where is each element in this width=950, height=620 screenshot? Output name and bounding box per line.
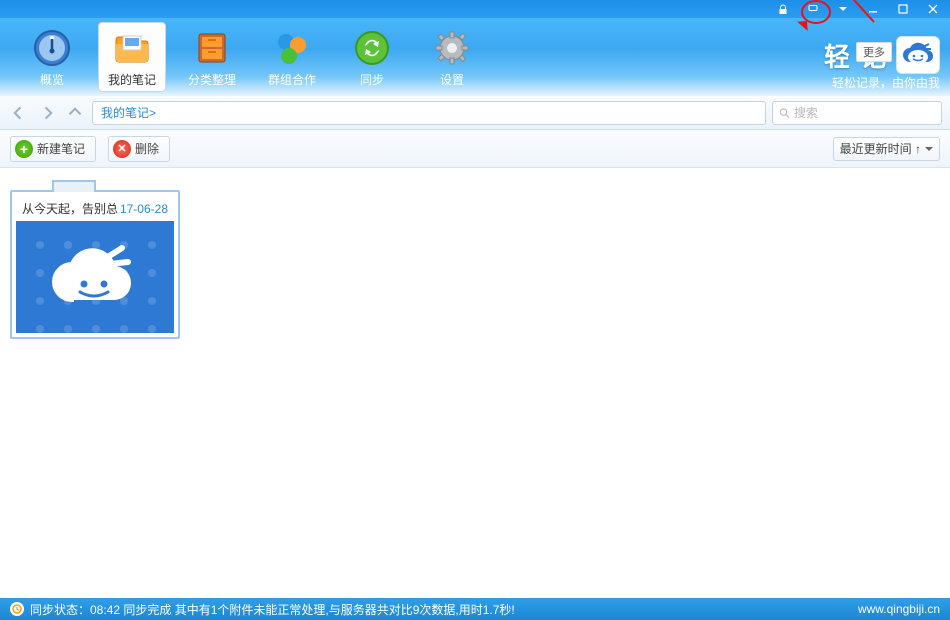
new-note-label: 新建笔记 <box>37 140 85 157</box>
sync-icon <box>351 27 393 69</box>
close-button[interactable] <box>918 1 948 17</box>
folder-icon <box>111 27 153 69</box>
back-button[interactable] <box>8 102 30 124</box>
x-icon: ✕ <box>113 140 131 158</box>
maximize-button[interactable] <box>888 1 918 17</box>
note-title: 从今天起，告别总 <box>22 200 118 217</box>
new-note-button[interactable]: + 新建笔记 <box>10 136 96 162</box>
cloud-logo-icon <box>896 36 940 74</box>
search-box[interactable] <box>772 101 942 125</box>
chevron-down-icon <box>925 145 933 153</box>
navigation-row: 我的笔记> <box>0 96 950 130</box>
note-thumbnail <box>16 221 174 333</box>
clock-icon <box>10 602 24 616</box>
chat-icon[interactable] <box>798 1 828 17</box>
search-input[interactable] <box>794 106 935 120</box>
search-icon <box>779 107 790 119</box>
note-card[interactable]: 从今天起，告别总 17-06-28 <box>10 190 180 339</box>
dropdown-icon[interactable] <box>828 1 858 17</box>
main-toolbar: 概览 我的笔记 分类整理 群组合作 同步 设置 轻 记 <box>0 18 950 96</box>
brand-title-1: 轻 <box>824 37 852 74</box>
breadcrumb-text: 我的笔记> <box>101 104 156 121</box>
compass-icon <box>31 27 73 69</box>
breadcrumb[interactable]: 我的笔记> <box>92 101 766 125</box>
toolbar-overview[interactable]: 概览 <box>18 22 86 92</box>
up-button[interactable] <box>64 102 86 124</box>
sort-label: 最近更新时间 ↑ <box>840 140 921 157</box>
note-date: 17-06-28 <box>120 202 168 216</box>
gear-icon <box>431 27 473 69</box>
toolbar-sync[interactable]: 同步 <box>338 22 406 92</box>
status-text: 同步状态：08:42 同步完成 其中有1个附件未能正常处理,与服务器共对比9次数… <box>30 601 515 618</box>
delete-button[interactable]: ✕ 删除 <box>108 136 170 162</box>
sort-dropdown[interactable]: 最近更新时间 ↑ <box>833 137 940 161</box>
status-bar: 同步状态：08:42 同步完成 其中有1个附件未能正常处理,与服务器共对比9次数… <box>0 598 950 620</box>
toolbar-label: 同步 <box>360 71 384 88</box>
forward-button[interactable] <box>36 102 58 124</box>
notes-grid: 从今天起，告别总 17-06-28 <box>0 168 950 598</box>
note-tab-decor <box>52 180 96 192</box>
toolbar-label: 分类整理 <box>188 71 236 88</box>
more-badge[interactable]: 更多 <box>856 42 892 62</box>
action-row: + 新建笔记 ✕ 删除 最近更新时间 ↑ <box>0 130 950 168</box>
people-icon <box>271 27 313 69</box>
drawer-icon <box>191 27 233 69</box>
toolbar-label: 设置 <box>440 71 464 88</box>
toolbar-label: 群组合作 <box>268 71 316 88</box>
toolbar-category[interactable]: 分类整理 <box>178 22 246 92</box>
delete-label: 删除 <box>135 140 159 157</box>
minimize-button[interactable] <box>858 1 888 17</box>
lock-icon[interactable] <box>768 1 798 17</box>
titlebar <box>0 0 950 18</box>
plus-icon: + <box>15 140 33 158</box>
toolbar-settings[interactable]: 设置 <box>418 22 486 92</box>
toolbar-label: 我的笔记 <box>108 71 156 88</box>
toolbar-group[interactable]: 群组合作 <box>258 22 326 92</box>
note-header: 从今天起，告别总 17-06-28 <box>12 192 178 221</box>
website-link[interactable]: www.qingbiji.cn <box>858 602 940 616</box>
toolbar-mynotes[interactable]: 我的笔记 <box>98 22 166 92</box>
toolbar-label: 概览 <box>40 71 64 88</box>
brand-tagline: 轻松记录，由你由我 <box>832 74 940 91</box>
